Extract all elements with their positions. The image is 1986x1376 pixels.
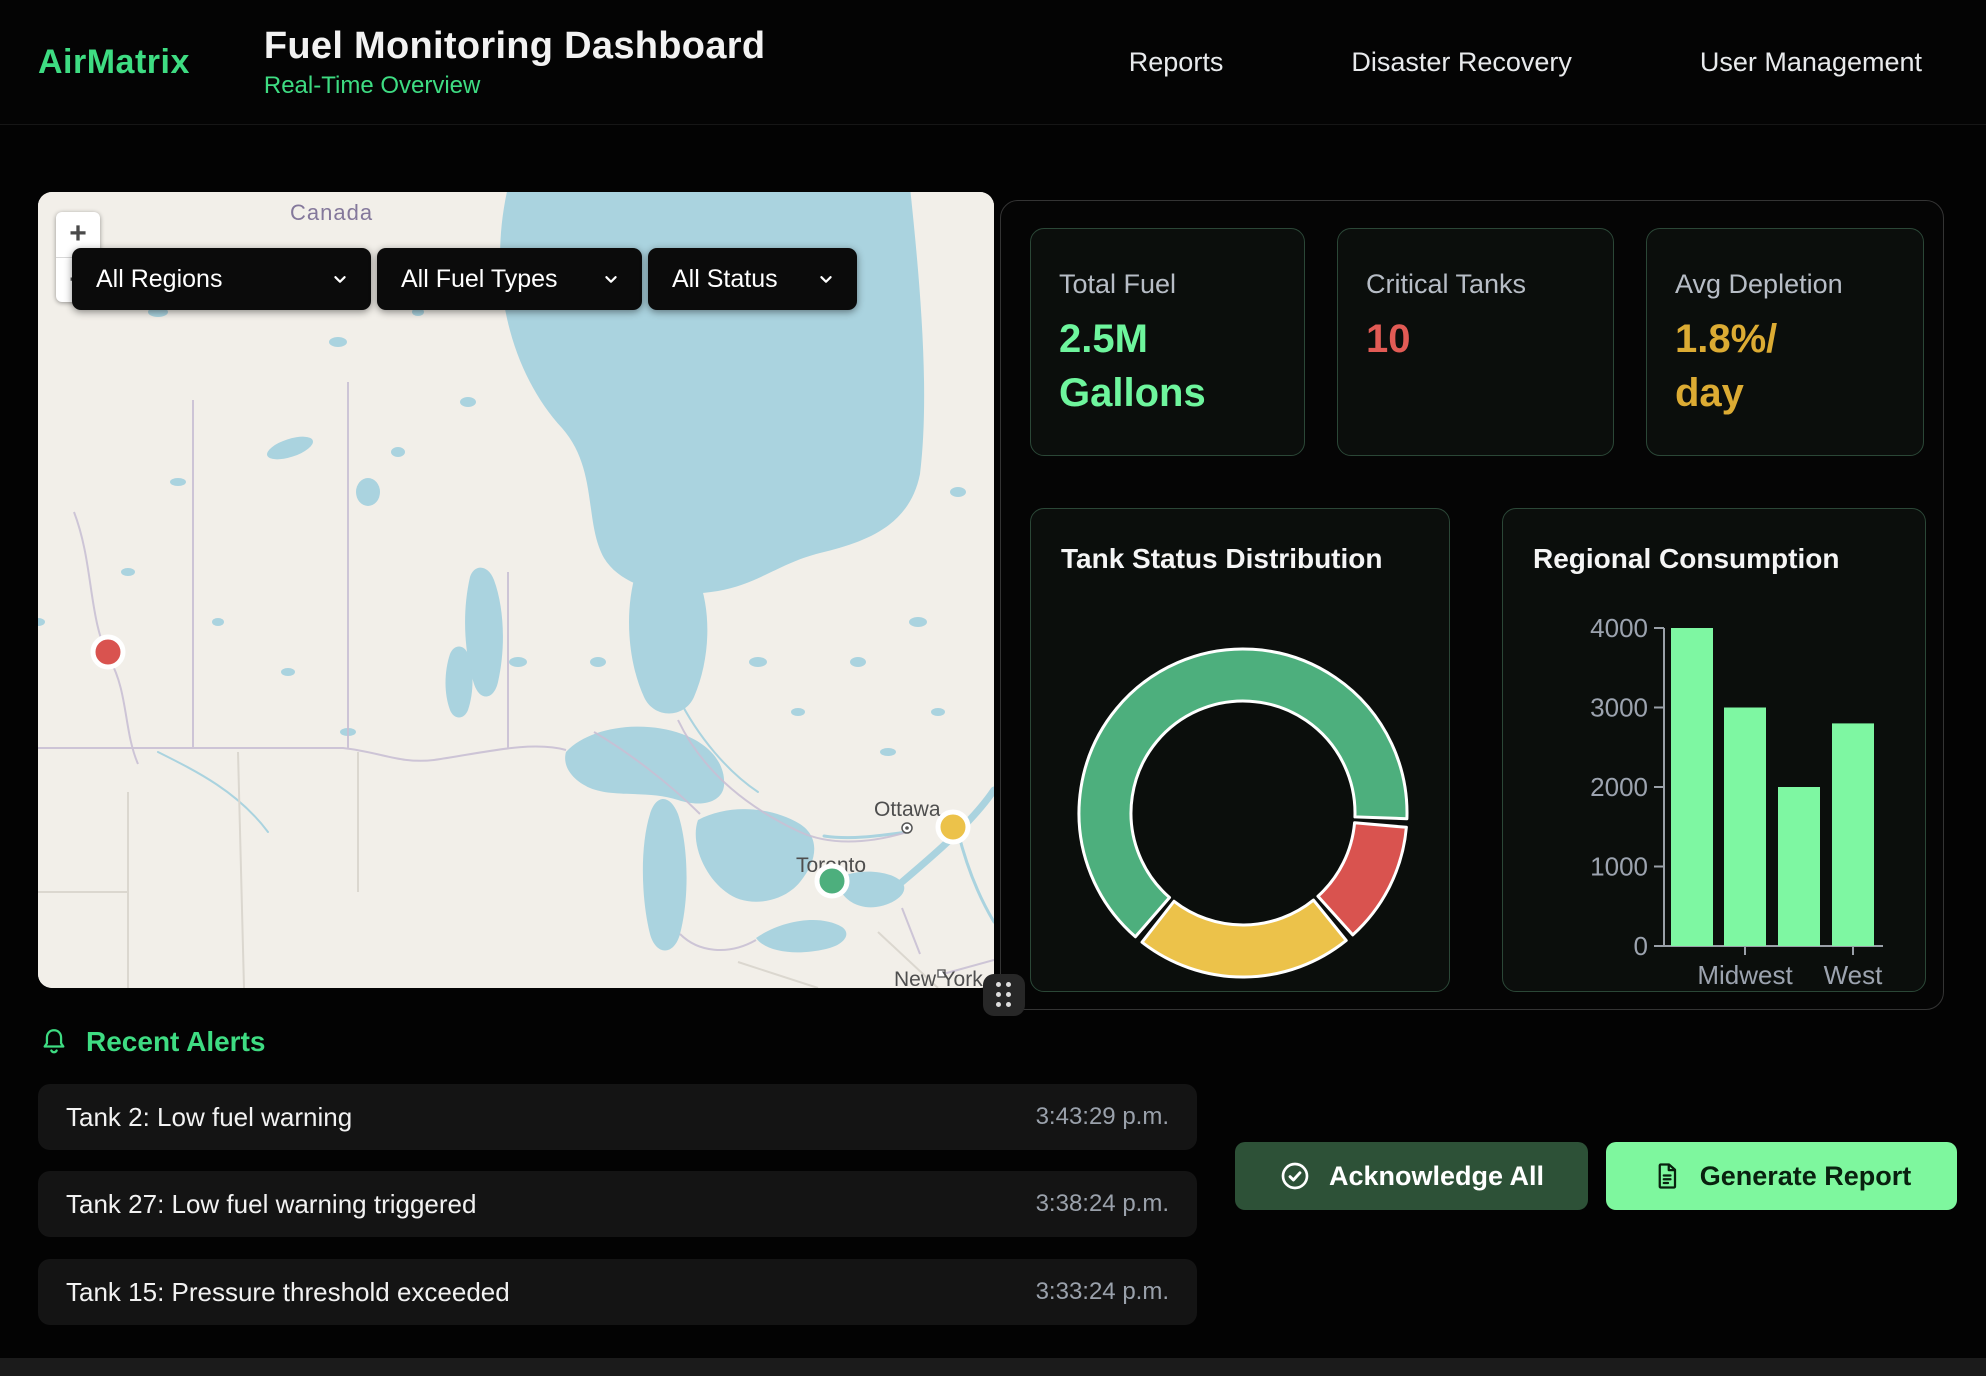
svg-text:4000: 4000	[1590, 613, 1648, 643]
map-label-country: Canada	[290, 200, 373, 225]
title-block: Fuel Monitoring Dashboard Real-Time Over…	[264, 25, 765, 100]
bell-icon	[38, 1026, 70, 1058]
alert-time: 3:43:29 p.m.	[1036, 1103, 1169, 1131]
stat-card-critical-tanks: Critical Tanks 10	[1337, 228, 1614, 456]
alerts-header: Recent Alerts	[38, 1026, 265, 1058]
stat-label: Total Fuel	[1059, 269, 1276, 300]
svg-text:0: 0	[1634, 931, 1648, 961]
fuel-type-filter-value: All Fuel Types	[401, 265, 586, 294]
tank-status-chart-card: Tank Status Distribution	[1030, 508, 1450, 992]
nav-item-user-management[interactable]: User Management	[1700, 47, 1922, 78]
tank-map[interactable]: Canada Ottawa Toronto New York + − All R…	[38, 192, 994, 988]
region-filter-value: All Regions	[96, 265, 315, 294]
tank-marker-warning[interactable]	[938, 812, 968, 842]
stat-value: 1.8%/ day	[1675, 312, 1895, 420]
nav-item-disaster-recovery[interactable]: Disaster Recovery	[1351, 47, 1572, 78]
status-filter-value: All Status	[672, 265, 801, 294]
alert-row[interactable]: Tank 27: Low fuel warning triggered 3:38…	[38, 1171, 1197, 1237]
chart-title: Tank Status Distribution	[1061, 543, 1383, 575]
top-navbar: AirMatrix Fuel Monitoring Dashboard Real…	[0, 0, 1986, 125]
chevron-down-icon	[600, 268, 622, 290]
stat-card-avg-depletion: Avg Depletion 1.8%/ day	[1646, 228, 1924, 456]
alert-text: Tank 27: Low fuel warning triggered	[66, 1189, 1036, 1220]
tank-marker-normal[interactable]	[817, 866, 847, 896]
stat-label: Avg Depletion	[1675, 269, 1895, 300]
nav-item-reports[interactable]: Reports	[1129, 47, 1224, 78]
bottom-bar	[0, 1358, 1986, 1376]
map-canvas: Canada Ottawa Toronto New York	[38, 192, 994, 988]
generate-report-button[interactable]: Generate Report	[1606, 1142, 1957, 1210]
alert-time: 3:33:24 p.m.	[1036, 1278, 1169, 1306]
alert-text: Tank 15: Pressure threshold exceeded	[66, 1277, 1036, 1308]
chevron-down-icon	[815, 268, 837, 290]
tank-status-donut-chart	[1073, 643, 1413, 983]
map-label-ottawa: Ottawa	[874, 798, 941, 821]
chevron-down-icon	[329, 268, 351, 290]
stat-card-total-fuel: Total Fuel 2.5M Gallons	[1030, 228, 1305, 456]
check-circle-icon	[1279, 1160, 1311, 1192]
fuel-monitoring-dashboard: AirMatrix Fuel Monitoring Dashboard Real…	[0, 0, 1986, 1376]
region-filter-dropdown[interactable]: All Regions	[72, 248, 371, 310]
alerts-title: Recent Alerts	[86, 1026, 265, 1058]
bar-West	[1832, 723, 1874, 946]
ottawa-town-icon	[902, 823, 912, 833]
stat-label: Critical Tanks	[1366, 269, 1585, 300]
alert-row[interactable]: Tank 15: Pressure threshold exceeded 3:3…	[38, 1259, 1197, 1325]
donut-segment-warning	[1142, 900, 1346, 977]
bar-region-3	[1778, 787, 1820, 946]
acknowledge-all-button[interactable]: Acknowledge All	[1235, 1142, 1588, 1210]
brand-logo: AirMatrix	[38, 43, 190, 82]
status-filter-dropdown[interactable]: All Status	[648, 248, 857, 310]
acknowledge-all-label: Acknowledge All	[1329, 1161, 1544, 1192]
svg-text:2000: 2000	[1590, 772, 1648, 802]
bar-region-1	[1671, 628, 1713, 946]
page-subtitle: Real-Time Overview	[264, 72, 765, 100]
svg-text:1000: 1000	[1590, 852, 1648, 882]
alert-row[interactable]: Tank 2: Low fuel warning 3:43:29 p.m.	[38, 1084, 1197, 1150]
map-label-new-york: New York	[894, 968, 983, 988]
donut-segment-critical	[1318, 823, 1406, 935]
svg-text:Midwest: Midwest	[1697, 960, 1793, 990]
tank-marker-critical[interactable]	[93, 637, 123, 667]
main-nav: Reports Disaster Recovery User Managemen…	[1129, 47, 1922, 78]
alert-text: Tank 2: Low fuel warning	[66, 1102, 1036, 1133]
svg-text:West: West	[1824, 960, 1884, 990]
bar-Midwest	[1724, 708, 1766, 947]
map-resize-handle[interactable]	[983, 974, 1025, 1016]
generate-report-label: Generate Report	[1700, 1161, 1912, 1192]
alert-time: 3:38:24 p.m.	[1036, 1190, 1169, 1218]
page-title: Fuel Monitoring Dashboard	[264, 25, 765, 68]
stat-value: 10	[1366, 312, 1585, 366]
regional-consumption-bar-chart: 0 1000 2000 3000 4000 Midwest West	[1503, 509, 1927, 993]
regional-consumption-chart-card: Regional Consumption 01000200030004000Mi…	[1502, 508, 1926, 992]
fuel-type-filter-dropdown[interactable]: All Fuel Types	[377, 248, 642, 310]
map-filters: All Regions All Fuel Types All Status	[72, 248, 857, 310]
stat-value: 2.5M Gallons	[1059, 312, 1276, 420]
svg-text:3000: 3000	[1590, 693, 1648, 723]
report-document-icon	[1652, 1161, 1682, 1191]
